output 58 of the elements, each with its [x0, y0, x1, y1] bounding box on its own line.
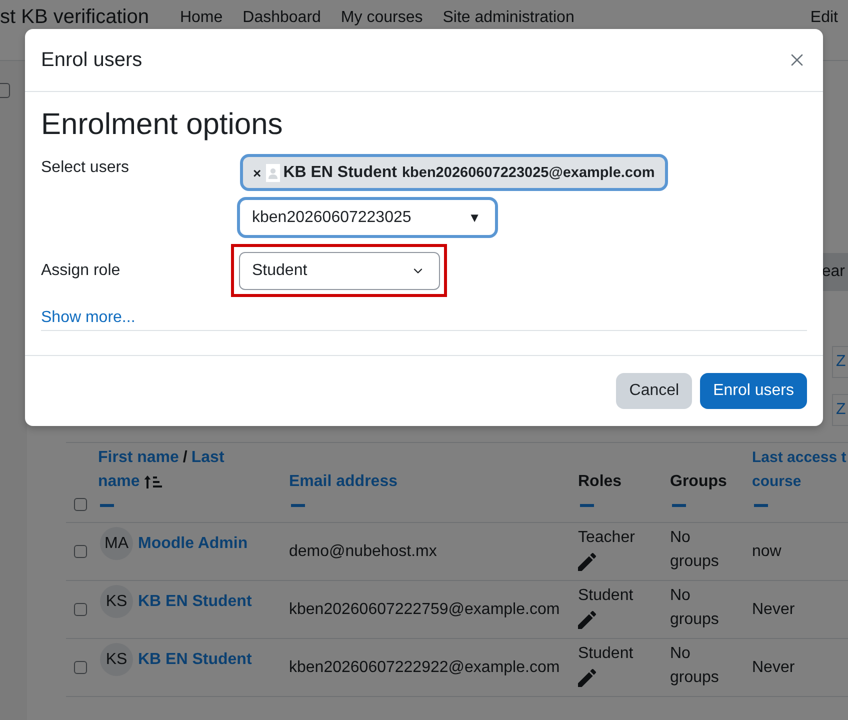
last-access-text: now — [752, 542, 782, 562]
sort-link[interactable]: Email address — [289, 470, 398, 494]
sort-link[interactable]: Last — [191, 446, 224, 470]
pencil-icon[interactable] — [578, 553, 596, 571]
minus-icon[interactable] — [580, 504, 594, 506]
nav-link[interactable]: Site administration — [442, 8, 574, 28]
nav-link[interactable]: Dashboard — [242, 8, 321, 28]
row-checkbox[interactable] — [74, 545, 87, 558]
sort-link[interactable]: Last access t course — [752, 446, 846, 494]
minus-icon[interactable] — [672, 504, 686, 506]
email-text: kben20260607222759@example.com — [289, 600, 561, 620]
letter-filter[interactable]: Z — [832, 346, 848, 378]
field-label: Assign role — [41, 260, 120, 280]
user-name-link[interactable]: Moodle Admin — [138, 532, 248, 556]
user-search-field[interactable]: kben20260607223025 ▼ — [237, 197, 498, 238]
submit-button[interactable]: Enrol users — [700, 373, 807, 409]
field-label: Select users — [41, 158, 130, 178]
minus-icon[interactable] — [754, 504, 768, 506]
last-access-text: Never — [752, 658, 796, 678]
row-checkbox[interactable] — [74, 603, 87, 616]
sort-link[interactable]: name — [98, 470, 140, 494]
user-avatar: KS — [100, 585, 133, 618]
nav-link[interactable]: My courses — [340, 8, 423, 28]
user-avatar: KS — [100, 643, 133, 676]
role-text: Student — [578, 586, 634, 606]
pencil-icon[interactable] — [578, 669, 596, 687]
pencil-icon[interactable] — [578, 611, 596, 629]
user-avatar-icon — [266, 164, 280, 182]
select-all-checkbox[interactable] — [74, 498, 87, 511]
letter-filter[interactable]: Z — [832, 394, 848, 426]
cancel-button[interactable]: Cancel — [616, 373, 692, 409]
email-text: demo@nubehost.mx — [289, 542, 438, 562]
site-title: st KB verification — [0, 6, 149, 28]
user-name-link[interactable]: KB EN Student — [138, 590, 252, 614]
name-separator: / — [182, 448, 188, 468]
role-select[interactable]: Student — [239, 252, 440, 290]
show-more-link[interactable]: Show more... — [41, 306, 136, 330]
email-text: kben20260607222922@example.com — [289, 658, 561, 678]
role-text: Student — [578, 644, 634, 664]
nav-link[interactable]: Home — [180, 8, 223, 28]
column-heading: Roles — [578, 472, 622, 492]
user-avatar: MA — [100, 527, 133, 560]
sort-link[interactable]: First name — [98, 446, 179, 470]
column-heading: Groups — [670, 472, 727, 492]
row-checkbox[interactable] — [74, 661, 87, 674]
section-heading: Enrolment options — [41, 107, 284, 143]
minus-icon[interactable] — [100, 504, 114, 506]
last-access-text: Never — [752, 600, 796, 620]
dialog-title: Enrol users — [41, 48, 142, 72]
groups-text: No groups — [670, 586, 720, 630]
edit-mode-link[interactable]: Edit — [810, 8, 838, 28]
groups-text: No groups — [670, 528, 720, 572]
groups-text: No groups — [670, 644, 720, 688]
selected-user-chip[interactable]: × KB EN Student kben20260607223025@example.com — [240, 154, 668, 191]
minus-icon[interactable] — [291, 504, 305, 506]
dropdown-arrow[interactable]: ▼ — [468, 210, 481, 226]
user-name-link[interactable]: KB EN Student — [138, 648, 252, 672]
role-text: Teacher — [578, 528, 635, 548]
